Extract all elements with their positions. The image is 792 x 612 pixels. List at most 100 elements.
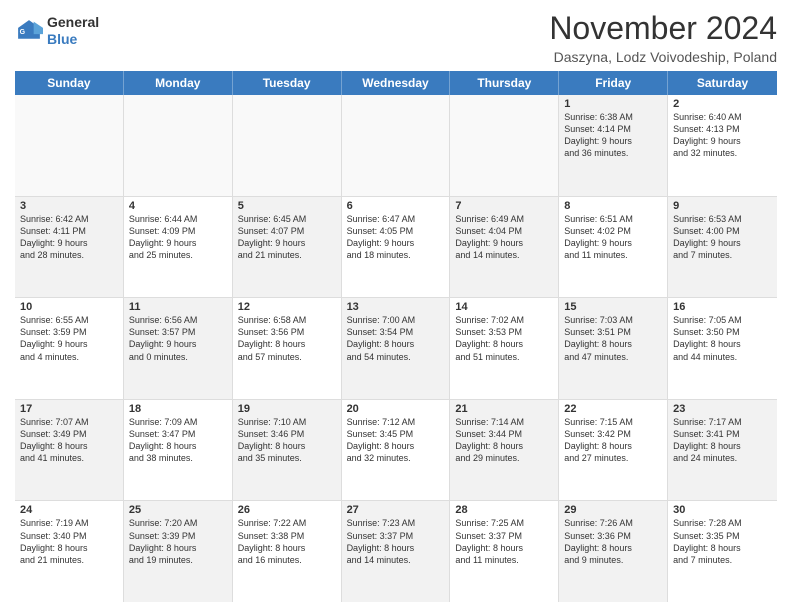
- title-section: November 2024 Daszyna, Lodz Voivodeship,…: [549, 10, 777, 65]
- logo-blue: Blue: [47, 31, 77, 47]
- day-number: 30: [673, 504, 772, 516]
- day-cell-22: 22Sunrise: 7:15 AM Sunset: 3:42 PM Dayli…: [559, 400, 668, 501]
- day-number: 26: [238, 504, 336, 516]
- day-cell-18: 18Sunrise: 7:09 AM Sunset: 3:47 PM Dayli…: [124, 400, 233, 501]
- day-number: 10: [20, 301, 118, 313]
- day-cell-7: 7Sunrise: 6:49 AM Sunset: 4:04 PM Daylig…: [450, 197, 559, 298]
- day-info: Sunrise: 7:23 AM Sunset: 3:37 PM Dayligh…: [347, 517, 445, 566]
- calendar: SundayMondayTuesdayWednesdayThursdayFrid…: [15, 71, 777, 602]
- day-cell-5: 5Sunrise: 6:45 AM Sunset: 4:07 PM Daylig…: [233, 197, 342, 298]
- calendar-row-3: 17Sunrise: 7:07 AM Sunset: 3:49 PM Dayli…: [15, 400, 777, 502]
- calendar-row-0: 1Sunrise: 6:38 AM Sunset: 4:14 PM Daylig…: [15, 95, 777, 197]
- day-cell-28: 28Sunrise: 7:25 AM Sunset: 3:37 PM Dayli…: [450, 501, 559, 602]
- logo: G General Blue: [15, 14, 99, 48]
- day-number: 9: [673, 200, 772, 212]
- day-number: 21: [455, 403, 553, 415]
- calendar-row-1: 3Sunrise: 6:42 AM Sunset: 4:11 PM Daylig…: [15, 197, 777, 299]
- empty-cell-0-4: [450, 95, 559, 196]
- day-number: 25: [129, 504, 227, 516]
- day-info: Sunrise: 6:47 AM Sunset: 4:05 PM Dayligh…: [347, 213, 445, 262]
- day-number: 16: [673, 301, 772, 313]
- day-info: Sunrise: 6:53 AM Sunset: 4:00 PM Dayligh…: [673, 213, 772, 262]
- day-number: 23: [673, 403, 772, 415]
- day-info: Sunrise: 6:45 AM Sunset: 4:07 PM Dayligh…: [238, 213, 336, 262]
- day-info: Sunrise: 7:15 AM Sunset: 3:42 PM Dayligh…: [564, 416, 662, 465]
- day-cell-12: 12Sunrise: 6:58 AM Sunset: 3:56 PM Dayli…: [233, 298, 342, 399]
- day-cell-21: 21Sunrise: 7:14 AM Sunset: 3:44 PM Dayli…: [450, 400, 559, 501]
- day-number: 14: [455, 301, 553, 313]
- header-day-wednesday: Wednesday: [342, 71, 451, 95]
- day-number: 27: [347, 504, 445, 516]
- day-cell-14: 14Sunrise: 7:02 AM Sunset: 3:53 PM Dayli…: [450, 298, 559, 399]
- day-info: Sunrise: 6:42 AM Sunset: 4:11 PM Dayligh…: [20, 213, 118, 262]
- day-number: 22: [564, 403, 662, 415]
- day-cell-2: 2Sunrise: 6:40 AM Sunset: 4:13 PM Daylig…: [668, 95, 777, 196]
- day-cell-19: 19Sunrise: 7:10 AM Sunset: 3:46 PM Dayli…: [233, 400, 342, 501]
- header: G General Blue November 2024 Daszyna, Lo…: [15, 10, 777, 65]
- day-cell-16: 16Sunrise: 7:05 AM Sunset: 3:50 PM Dayli…: [668, 298, 777, 399]
- day-info: Sunrise: 6:56 AM Sunset: 3:57 PM Dayligh…: [129, 314, 227, 363]
- day-info: Sunrise: 6:40 AM Sunset: 4:13 PM Dayligh…: [673, 111, 772, 160]
- header-day-saturday: Saturday: [668, 71, 777, 95]
- day-info: Sunrise: 7:17 AM Sunset: 3:41 PM Dayligh…: [673, 416, 772, 465]
- day-cell-9: 9Sunrise: 6:53 AM Sunset: 4:00 PM Daylig…: [668, 197, 777, 298]
- day-info: Sunrise: 6:51 AM Sunset: 4:02 PM Dayligh…: [564, 213, 662, 262]
- day-number: 6: [347, 200, 445, 212]
- main-title: November 2024: [549, 10, 777, 47]
- day-cell-27: 27Sunrise: 7:23 AM Sunset: 3:37 PM Dayli…: [342, 501, 451, 602]
- day-info: Sunrise: 7:28 AM Sunset: 3:35 PM Dayligh…: [673, 517, 772, 566]
- day-info: Sunrise: 7:20 AM Sunset: 3:39 PM Dayligh…: [129, 517, 227, 566]
- empty-cell-0-1: [124, 95, 233, 196]
- day-cell-8: 8Sunrise: 6:51 AM Sunset: 4:02 PM Daylig…: [559, 197, 668, 298]
- day-cell-13: 13Sunrise: 7:00 AM Sunset: 3:54 PM Dayli…: [342, 298, 451, 399]
- day-cell-30: 30Sunrise: 7:28 AM Sunset: 3:35 PM Dayli…: [668, 501, 777, 602]
- day-info: Sunrise: 7:07 AM Sunset: 3:49 PM Dayligh…: [20, 416, 118, 465]
- day-cell-1: 1Sunrise: 6:38 AM Sunset: 4:14 PM Daylig…: [559, 95, 668, 196]
- day-info: Sunrise: 6:44 AM Sunset: 4:09 PM Dayligh…: [129, 213, 227, 262]
- header-day-thursday: Thursday: [450, 71, 559, 95]
- day-cell-10: 10Sunrise: 6:55 AM Sunset: 3:59 PM Dayli…: [15, 298, 124, 399]
- day-cell-25: 25Sunrise: 7:20 AM Sunset: 3:39 PM Dayli…: [124, 501, 233, 602]
- day-info: Sunrise: 7:00 AM Sunset: 3:54 PM Dayligh…: [347, 314, 445, 363]
- day-cell-15: 15Sunrise: 7:03 AM Sunset: 3:51 PM Dayli…: [559, 298, 668, 399]
- day-number: 19: [238, 403, 336, 415]
- day-cell-20: 20Sunrise: 7:12 AM Sunset: 3:45 PM Dayli…: [342, 400, 451, 501]
- logo-icon: G: [15, 17, 43, 45]
- day-number: 29: [564, 504, 662, 516]
- day-info: Sunrise: 7:12 AM Sunset: 3:45 PM Dayligh…: [347, 416, 445, 465]
- day-info: Sunrise: 7:10 AM Sunset: 3:46 PM Dayligh…: [238, 416, 336, 465]
- empty-cell-0-2: [233, 95, 342, 196]
- empty-cell-0-3: [342, 95, 451, 196]
- day-cell-17: 17Sunrise: 7:07 AM Sunset: 3:49 PM Dayli…: [15, 400, 124, 501]
- day-info: Sunrise: 7:03 AM Sunset: 3:51 PM Dayligh…: [564, 314, 662, 363]
- header-day-monday: Monday: [124, 71, 233, 95]
- page: G General Blue November 2024 Daszyna, Lo…: [0, 0, 792, 612]
- day-cell-4: 4Sunrise: 6:44 AM Sunset: 4:09 PM Daylig…: [124, 197, 233, 298]
- day-cell-29: 29Sunrise: 7:26 AM Sunset: 3:36 PM Dayli…: [559, 501, 668, 602]
- svg-text:G: G: [20, 29, 26, 36]
- subtitle: Daszyna, Lodz Voivodeship, Poland: [549, 49, 777, 65]
- header-day-friday: Friday: [559, 71, 668, 95]
- day-cell-24: 24Sunrise: 7:19 AM Sunset: 3:40 PM Dayli…: [15, 501, 124, 602]
- day-number: 17: [20, 403, 118, 415]
- day-number: 3: [20, 200, 118, 212]
- day-info: Sunrise: 7:14 AM Sunset: 3:44 PM Dayligh…: [455, 416, 553, 465]
- day-info: Sunrise: 7:22 AM Sunset: 3:38 PM Dayligh…: [238, 517, 336, 566]
- day-info: Sunrise: 6:38 AM Sunset: 4:14 PM Dayligh…: [564, 111, 662, 160]
- day-number: 24: [20, 504, 118, 516]
- day-number: 1: [564, 98, 662, 110]
- calendar-header: SundayMondayTuesdayWednesdayThursdayFrid…: [15, 71, 777, 95]
- day-number: 2: [673, 98, 772, 110]
- day-number: 18: [129, 403, 227, 415]
- calendar-row-2: 10Sunrise: 6:55 AM Sunset: 3:59 PM Dayli…: [15, 298, 777, 400]
- day-info: Sunrise: 6:58 AM Sunset: 3:56 PM Dayligh…: [238, 314, 336, 363]
- header-day-tuesday: Tuesday: [233, 71, 342, 95]
- day-number: 7: [455, 200, 553, 212]
- calendar-body: 1Sunrise: 6:38 AM Sunset: 4:14 PM Daylig…: [15, 95, 777, 602]
- day-number: 12: [238, 301, 336, 313]
- day-cell-23: 23Sunrise: 7:17 AM Sunset: 3:41 PM Dayli…: [668, 400, 777, 501]
- day-number: 20: [347, 403, 445, 415]
- calendar-row-4: 24Sunrise: 7:19 AM Sunset: 3:40 PM Dayli…: [15, 501, 777, 602]
- day-number: 11: [129, 301, 227, 313]
- day-info: Sunrise: 7:09 AM Sunset: 3:47 PM Dayligh…: [129, 416, 227, 465]
